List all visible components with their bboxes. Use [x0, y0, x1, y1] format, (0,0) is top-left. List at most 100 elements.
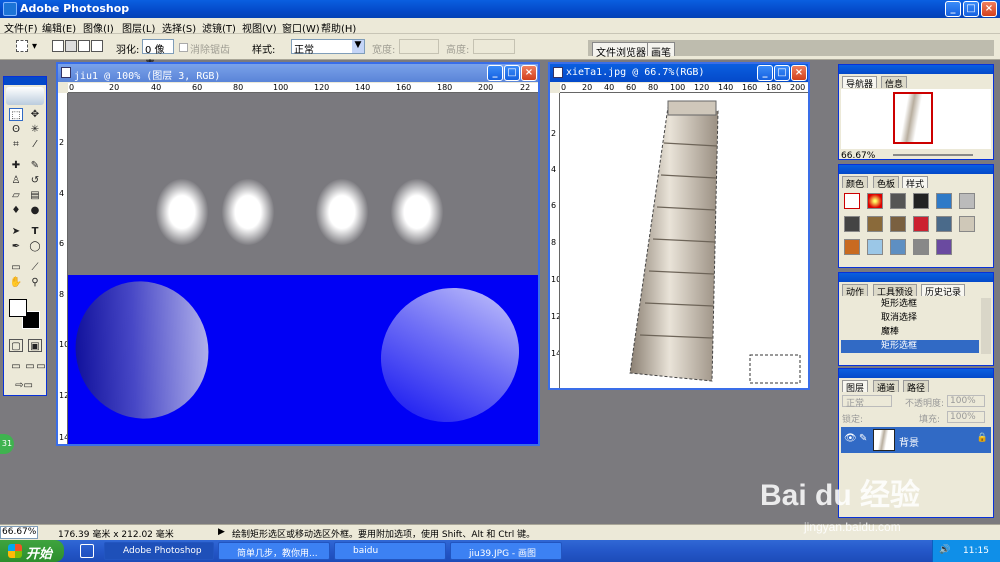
style-swatch[interactable]: [844, 239, 860, 255]
style-swatch[interactable]: [844, 193, 860, 209]
panel-header[interactable]: [839, 65, 993, 74]
canvas-jiu1[interactable]: [68, 93, 538, 444]
panel-header[interactable]: [839, 273, 993, 282]
lasso-tool-icon[interactable]: ʘ: [9, 123, 23, 136]
navigator-view-box[interactable]: [893, 92, 933, 144]
style-swatch[interactable]: [890, 239, 906, 255]
screen-mode-full-menu-icon[interactable]: ▭: [23, 360, 37, 373]
clone-stamp-tool-icon[interactable]: ♙: [9, 174, 23, 187]
eraser-tool-icon[interactable]: ▱: [9, 189, 23, 202]
style-swatch[interactable]: [936, 216, 952, 232]
layer-row-background[interactable]: 👁 ✎ 背景 🔒: [841, 427, 991, 453]
style-swatch[interactable]: [867, 216, 883, 232]
height-input[interactable]: [473, 39, 515, 54]
slice-tool-icon[interactable]: ⁄: [28, 138, 42, 151]
tab-history[interactable]: 历史记录: [921, 284, 966, 298]
style-swatch[interactable]: [867, 193, 883, 209]
menu-window[interactable]: 窗口(W): [282, 20, 320, 35]
doc2-minimize-button[interactable]: _: [757, 65, 773, 81]
navigator-preview[interactable]: [841, 89, 991, 149]
rectangular-marquee-tool-icon[interactable]: ⬚: [9, 108, 23, 121]
layer-name[interactable]: 背景: [899, 434, 919, 449]
toolbox-header[interactable]: [4, 77, 46, 85]
antialias-checkbox[interactable]: [179, 43, 188, 52]
app-title-bar[interactable]: Adobe Photoshop _ □ ×: [0, 0, 1000, 18]
crop-tool-icon[interactable]: ⌗: [9, 138, 23, 151]
task-paint[interactable]: jiu39.JPG - 画图: [450, 542, 562, 560]
task-browser[interactable]: 简单几步，教你用...: [218, 542, 330, 560]
style-select[interactable]: 正常 ▼: [291, 39, 365, 56]
style-swatch[interactable]: [867, 239, 883, 255]
canvas-xieta[interactable]: [560, 93, 808, 388]
file-browser-tab[interactable]: 文件浏览器: [592, 42, 650, 59]
status-zoom-input[interactable]: 66.67%: [0, 526, 38, 539]
brush-link-icon[interactable]: ✎: [859, 433, 867, 444]
notes-tool-icon[interactable]: ▭: [9, 261, 23, 274]
adobe-online-icon[interactable]: [6, 87, 44, 105]
zoom-tool-icon[interactable]: ⚲: [28, 276, 42, 289]
screen-mode-standard-icon[interactable]: ▭: [9, 360, 23, 373]
ellipse-tool-icon[interactable]: ◯: [28, 240, 42, 253]
history-item[interactable]: 魔棒: [841, 326, 979, 339]
document-title-bar-xieta[interactable]: xieTa1.jpg @ 66.7%(RGB) _ □ ×: [550, 64, 808, 82]
doc2-close-button[interactable]: ×: [791, 65, 807, 81]
document-window-jiu1[interactable]: jiu1 @ 100% (图层 3, RGB) _ □ × 0 20 40 60…: [56, 62, 540, 446]
task-baidu-folder[interactable]: baidu: [334, 542, 446, 560]
style-swatch[interactable]: [936, 239, 952, 255]
tab-info[interactable]: 信息: [881, 76, 908, 90]
tab-actions[interactable]: 动作: [842, 284, 869, 298]
floating-badge[interactable]: 31: [0, 434, 14, 454]
quick-mask-mode-icon[interactable]: ▣: [28, 339, 42, 352]
play-icon[interactable]: ▶: [218, 527, 225, 537]
feather-input[interactable]: 0 像素: [142, 39, 174, 71]
style-swatch[interactable]: [890, 216, 906, 232]
clock[interactable]: 11:15: [963, 546, 989, 556]
healing-brush-tool-icon[interactable]: ✚: [9, 159, 23, 172]
history-item-selected[interactable]: 矩形选框: [841, 340, 979, 353]
eyedropper-tool-icon[interactable]: ⟋: [28, 261, 42, 274]
tab-swatches[interactable]: 色板: [873, 176, 900, 190]
move-tool-icon[interactable]: ✥: [28, 108, 42, 121]
doc1-close-button[interactable]: ×: [521, 65, 537, 81]
panel-header[interactable]: [839, 165, 993, 174]
tab-layers[interactable]: 图层: [842, 380, 869, 394]
doc2-maximize-button[interactable]: □: [774, 65, 790, 81]
tab-navigator[interactable]: 导航器: [842, 76, 878, 90]
jump-to-imageready-icon[interactable]: ⇨▭: [9, 379, 39, 392]
subtract-selection-icon[interactable]: [78, 40, 90, 52]
style-swatch[interactable]: [913, 239, 929, 255]
quick-launch-icon[interactable]: [80, 544, 94, 558]
menu-edit[interactable]: 编辑(E): [42, 20, 76, 35]
style-swatch[interactable]: [844, 216, 860, 232]
task-photoshop[interactable]: Adobe Photoshop: [104, 542, 214, 560]
width-input[interactable]: [399, 39, 439, 54]
style-swatch[interactable]: [913, 193, 929, 209]
add-to-selection-icon[interactable]: [65, 40, 77, 52]
style-swatch[interactable]: [959, 216, 975, 232]
standard-mode-icon[interactable]: ▢: [9, 339, 23, 352]
preset-dropdown-arrow-icon[interactable]: ▾: [32, 41, 37, 52]
blend-mode-select[interactable]: 正常: [842, 395, 892, 409]
tab-channels[interactable]: 通道: [873, 380, 900, 394]
blur-tool-icon[interactable]: ♦: [9, 204, 23, 217]
path-selection-tool-icon[interactable]: ➤: [9, 225, 23, 238]
style-swatch[interactable]: [936, 193, 952, 209]
brushes-tab[interactable]: 画笔: [647, 42, 675, 59]
history-item[interactable]: 取消选择: [841, 312, 979, 325]
menu-help[interactable]: 帮助(H): [321, 20, 356, 35]
panel-header[interactable]: [839, 369, 993, 378]
fill-input[interactable]: 100%: [947, 411, 985, 423]
history-scrollbar[interactable]: [981, 298, 991, 354]
type-tool-icon[interactable]: T: [28, 225, 42, 238]
menu-view[interactable]: 视图(V): [242, 20, 277, 35]
tab-tool-presets[interactable]: 工具预设: [873, 284, 918, 298]
document-title-bar-jiu1[interactable]: jiu1 @ 100% (图层 3, RGB) _ □ ×: [58, 64, 538, 82]
screen-mode-full-icon[interactable]: ▭: [36, 360, 46, 373]
brush-tool-icon[interactable]: ✎: [28, 159, 42, 172]
pen-tool-icon[interactable]: ✒: [9, 240, 23, 253]
style-swatch[interactable]: [913, 216, 929, 232]
gradient-tool-icon[interactable]: ▤: [28, 189, 42, 202]
history-brush-tool-icon[interactable]: ↺: [28, 174, 42, 187]
tab-paths[interactable]: 路径: [903, 380, 930, 394]
history-item[interactable]: 矩形选框: [841, 298, 979, 311]
